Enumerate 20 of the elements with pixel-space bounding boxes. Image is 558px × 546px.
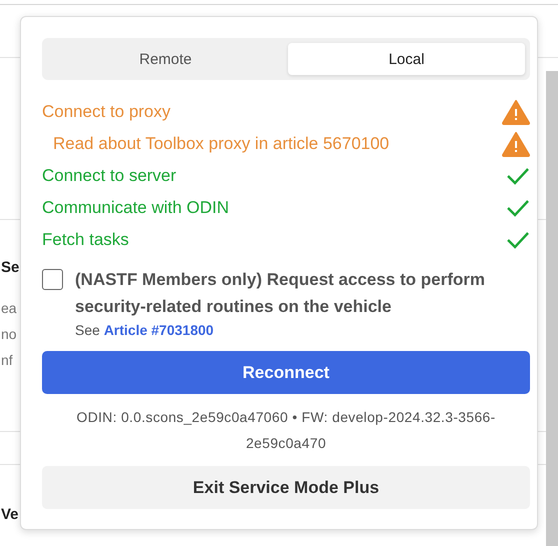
article-link[interactable]: Article #7031800	[104, 322, 214, 338]
scrollbar[interactable]	[546, 71, 558, 546]
version-info: ODIN: 0.0.scons_2e59c0a47060 • FW: develop-2024.32.3-3566-2e59c0a470	[76, 408, 496, 453]
reconnect-button[interactable]: Reconnect	[42, 351, 530, 394]
step-label: Connect to server	[42, 166, 176, 186]
checkbox[interactable]	[42, 269, 63, 290]
section-heading: Ve	[1, 505, 19, 525]
step-label: Read about Toolbox proxy in article 5670100	[52, 134, 390, 154]
checkbox-label: (NASTF Members only) Request access to perform security-related routines on the vehicle	[75, 269, 486, 318]
body-text: nf	[1, 351, 13, 370]
tab[interactable]: Remote	[47, 43, 284, 75]
body-text: ea	[1, 299, 17, 318]
exit-button[interactable]: Exit Service Mode Plus	[42, 466, 530, 509]
step-label: Connect to proxy	[42, 102, 171, 122]
step-label: Communicate with ODIN	[42, 198, 230, 218]
body-text: no	[1, 325, 17, 344]
section-heading: Se	[1, 258, 20, 278]
tab[interactable]: Local	[288, 43, 525, 75]
article-reference: See Article #7031800	[75, 321, 215, 340]
step-label: Fetch tasks	[42, 230, 129, 250]
